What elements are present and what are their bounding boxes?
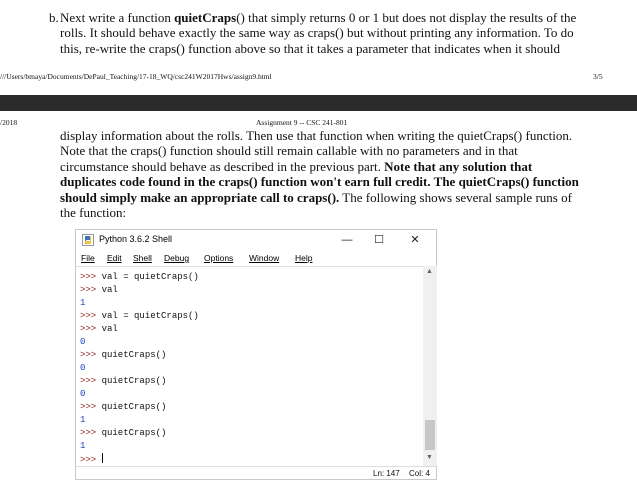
shell-line: >>> quietCraps() xyxy=(80,427,166,439)
shell-line: >>> val xyxy=(80,284,118,296)
title-bar: Python 3.6.2 Shell — ☐ ✕ xyxy=(76,230,436,250)
shell-line: >>> quietCraps() xyxy=(80,375,166,387)
shell-line: 1 xyxy=(80,440,85,452)
shell-line: >>> val = quietCraps() xyxy=(80,271,199,283)
shell-line: 0 xyxy=(80,336,85,348)
text-cursor xyxy=(101,453,103,463)
header-title: Assignment 9 -- CSC 241-801 xyxy=(256,118,348,127)
shell-input: val = quietCraps() xyxy=(101,272,199,282)
item-label: b. xyxy=(49,10,59,25)
shell-prompt: >>> xyxy=(80,402,102,412)
shell-prompt: >>> xyxy=(80,455,102,465)
menu-window[interactable]: Window xyxy=(249,253,279,263)
shell-line: >>> quietCraps() xyxy=(80,401,166,413)
shell-prompt: >>> xyxy=(80,272,102,282)
shell-input: val xyxy=(101,285,118,295)
status-col: Col: 4 xyxy=(409,469,430,478)
scroll-thumb[interactable] xyxy=(425,420,435,450)
menu-bar: File Edit Shell Debug Options Window Hel… xyxy=(76,252,436,266)
header-date: /2018 xyxy=(0,118,18,127)
shell-line: 1 xyxy=(80,414,85,426)
window-title: Python 3.6.2 Shell xyxy=(99,234,173,244)
paragraph-part-b: b. Next write a function quietCraps() th… xyxy=(49,10,580,56)
shell-prompt: >>> xyxy=(80,376,102,386)
shell-output-area[interactable]: >>> val = quietCraps() >>> val 1 >>> val = … xyxy=(76,266,423,467)
status-bar: Ln: 147 Col: 4 xyxy=(76,466,436,480)
scroll-up-icon[interactable]: ▲ xyxy=(426,268,433,275)
menu-help[interactable]: Help xyxy=(295,253,312,263)
shell-input: quietCraps() xyxy=(101,428,167,438)
shell-output: 0 xyxy=(80,389,86,399)
shell-output: 1 xyxy=(80,298,86,308)
shell-prompt: >>> xyxy=(80,285,102,295)
menu-file[interactable]: File xyxy=(81,253,95,263)
shell-prompt: >>> xyxy=(80,350,102,360)
footer-page-number: 3/5 xyxy=(593,72,603,81)
shell-prompt: >>> xyxy=(80,428,102,438)
shell-output: 1 xyxy=(80,441,86,451)
menu-shell[interactable]: Shell xyxy=(133,253,152,263)
shell-line: >>> quietCraps() xyxy=(80,349,166,361)
shell-line: >>> xyxy=(80,453,103,465)
shell-line: >>> val = quietCraps() xyxy=(80,310,199,322)
shell-line: 0 xyxy=(80,388,85,400)
menu-edit[interactable]: Edit xyxy=(107,253,122,263)
shell-output: 0 xyxy=(80,337,86,347)
python-icon xyxy=(82,234,94,246)
close-button[interactable]: ✕ xyxy=(406,232,424,248)
shell-input: val xyxy=(101,324,118,334)
document-page-top: b. Next write a function quietCraps() th… xyxy=(0,0,637,96)
python-shell-window: Python 3.6.2 Shell — ☐ ✕ File Edit Shell… xyxy=(75,229,437,480)
shell-input: val = quietCraps() xyxy=(101,311,199,321)
minimize-button[interactable]: — xyxy=(338,232,356,248)
shell-line: 0 xyxy=(80,362,85,374)
shell-output: 1 xyxy=(80,415,86,425)
document-page-bottom: /2018 Assignment 9 -- CSC 241-801 displa… xyxy=(0,111,637,497)
maximize-button[interactable]: ☐ xyxy=(370,232,388,248)
vertical-scrollbar[interactable]: ▲ ▼ xyxy=(423,266,437,466)
shell-input: quietCraps() xyxy=(101,402,167,412)
shell-prompt: >>> xyxy=(80,324,102,334)
footer-url: ///Users/bmaya/Documents/DePaul_Teaching… xyxy=(0,72,272,81)
shell-output: 0 xyxy=(80,363,86,373)
paragraph-text: Next write a function quietCraps() that … xyxy=(60,10,577,56)
shell-input: quietCraps() xyxy=(101,376,167,386)
shell-prompt: >>> xyxy=(80,311,102,321)
paragraph-continued: display information about the rolls. The… xyxy=(60,128,579,221)
shell-input: quietCraps() xyxy=(101,350,167,360)
menu-debug[interactable]: Debug xyxy=(164,253,189,263)
shell-line: >>> val xyxy=(80,323,118,335)
status-line: Ln: 147 xyxy=(373,469,400,478)
scroll-down-icon[interactable]: ▼ xyxy=(426,454,433,461)
page-gap xyxy=(0,95,637,111)
shell-line: 1 xyxy=(80,297,85,309)
menu-options[interactable]: Options xyxy=(204,253,233,263)
